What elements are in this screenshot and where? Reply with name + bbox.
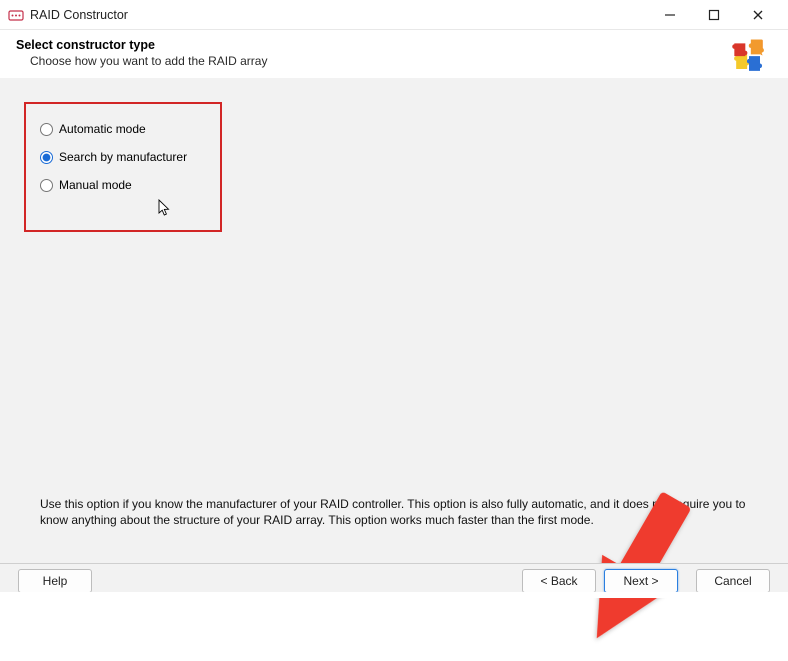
cancel-button[interactable]: Cancel xyxy=(696,569,770,593)
radio-manual-mode[interactable] xyxy=(40,179,53,192)
minimize-button[interactable] xyxy=(648,1,692,29)
page-subtitle: Choose how you want to add the RAID arra… xyxy=(16,54,726,68)
option-automatic-mode[interactable]: Automatic mode xyxy=(40,122,208,136)
close-button[interactable] xyxy=(736,1,780,29)
puzzle-icon xyxy=(726,36,772,80)
window-title: RAID Constructor xyxy=(30,8,128,22)
page-title: Select constructor type xyxy=(16,38,726,52)
option-description: Use this option if you know the manufact… xyxy=(40,496,758,528)
wizard-body: Automatic mode Search by manufacturer Ma… xyxy=(0,78,788,598)
label-automatic-mode: Automatic mode xyxy=(59,122,146,136)
app-icon xyxy=(8,7,24,23)
next-button[interactable]: Next > xyxy=(604,569,678,593)
option-search-by-manufacturer[interactable]: Search by manufacturer xyxy=(40,150,208,164)
help-button[interactable]: Help xyxy=(18,569,92,593)
maximize-button[interactable] xyxy=(692,1,736,29)
label-manual-mode: Manual mode xyxy=(59,178,132,192)
back-button[interactable]: < Back xyxy=(522,569,596,593)
radio-search-by-manufacturer[interactable] xyxy=(40,151,53,164)
constructor-options-highlight: Automatic mode Search by manufacturer Ma… xyxy=(24,102,222,232)
titlebar: RAID Constructor xyxy=(0,0,788,30)
label-search-by-manufacturer: Search by manufacturer xyxy=(59,150,187,164)
radio-automatic-mode[interactable] xyxy=(40,123,53,136)
cursor-icon xyxy=(158,199,172,217)
option-manual-mode[interactable]: Manual mode xyxy=(40,178,208,192)
